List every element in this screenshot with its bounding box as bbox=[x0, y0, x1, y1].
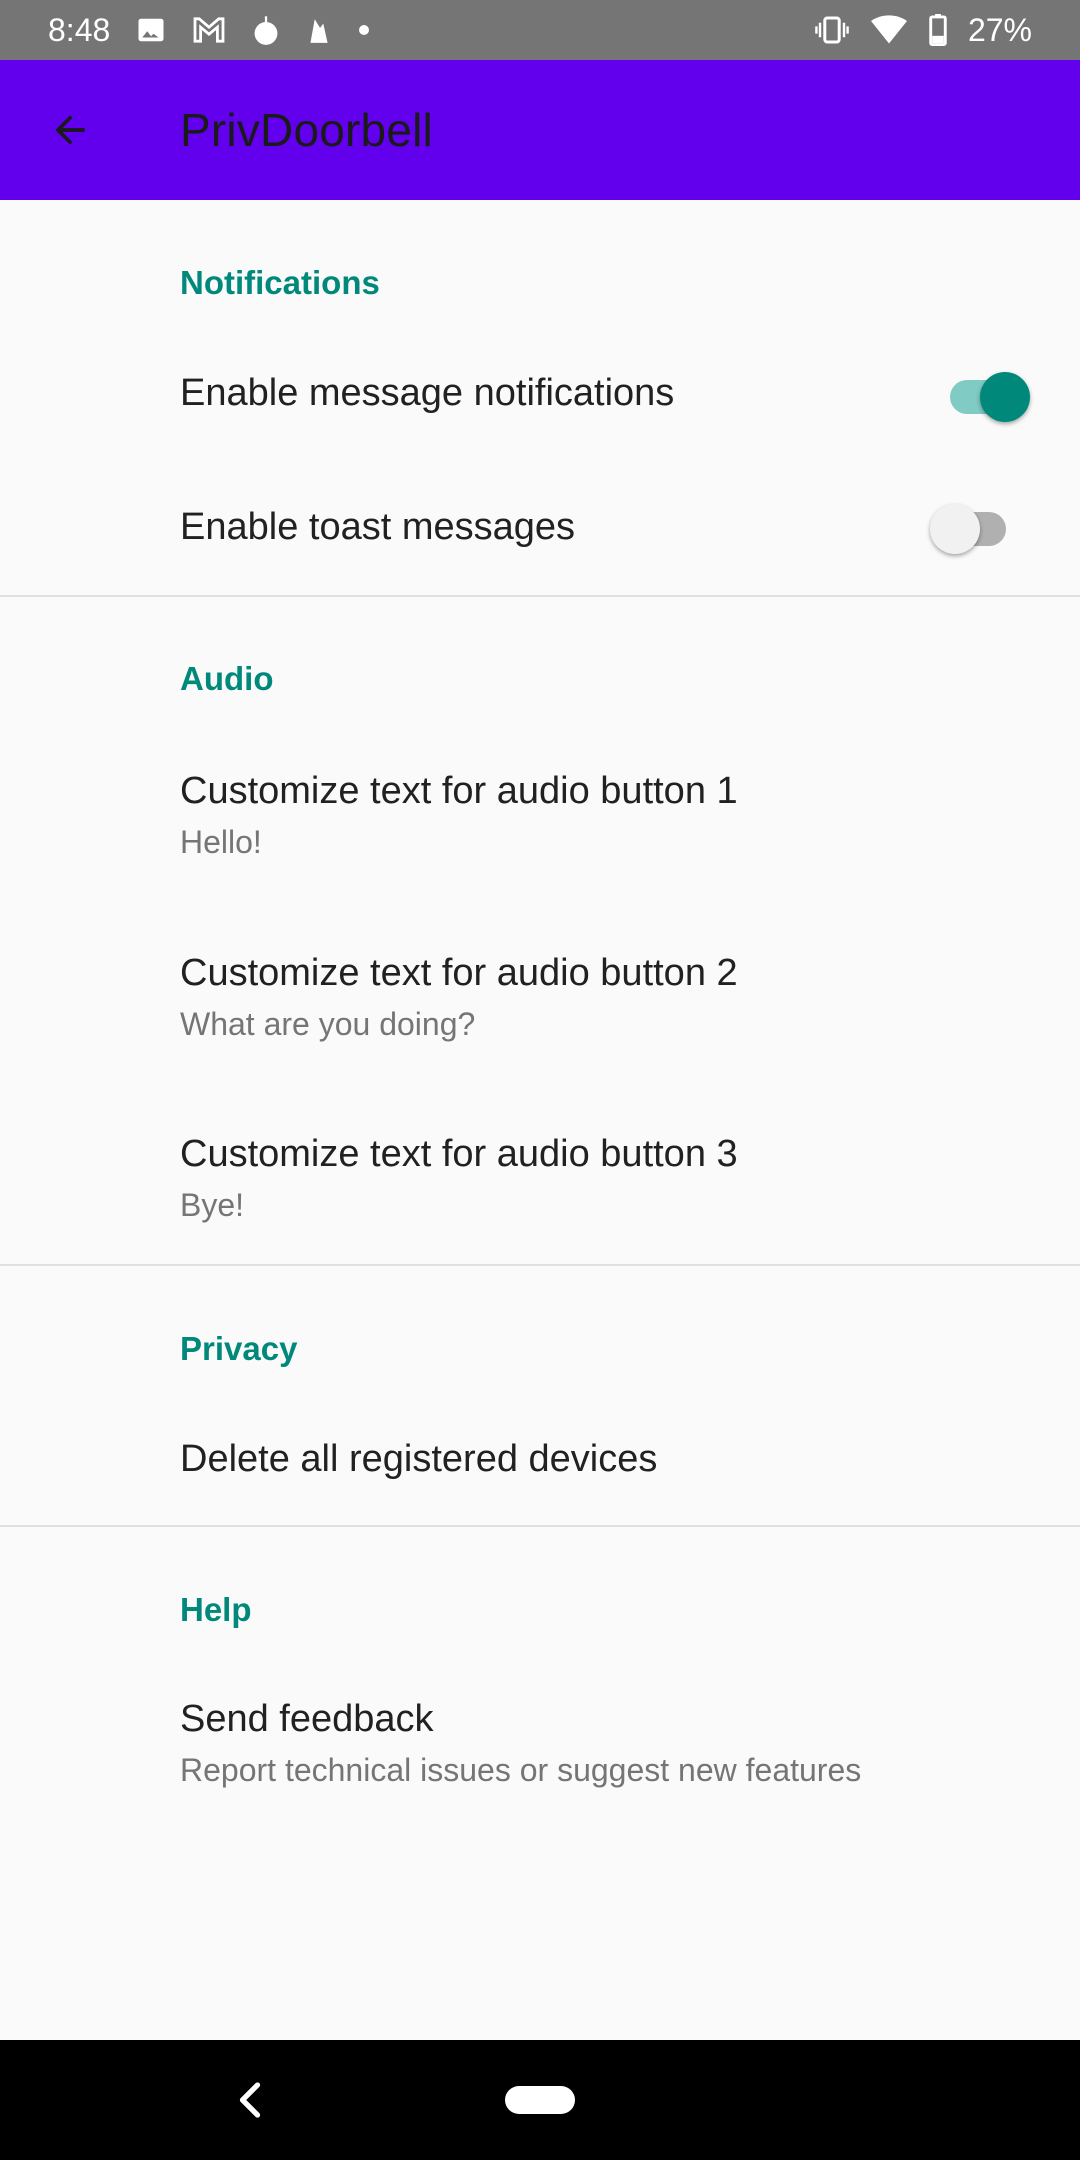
pref-send-feedback[interactable]: Send feedback Report technical issues or… bbox=[0, 1656, 1080, 1836]
status-bar: 8:48 27% bbox=[0, 0, 1080, 60]
divider bbox=[0, 1525, 1080, 1527]
navigation-bar bbox=[0, 2040, 1080, 2160]
settings-list: Notifications Enable message notificatio… bbox=[0, 200, 1080, 2040]
pref-summary: Hello! bbox=[180, 824, 262, 860]
image-icon bbox=[136, 15, 166, 45]
pref-title: Customize text for audio button 3 bbox=[180, 1133, 738, 1175]
arrow-back-icon bbox=[55, 115, 85, 145]
chevron-left-icon bbox=[239, 2082, 261, 2118]
vibrate-icon bbox=[814, 15, 850, 45]
gmail-icon bbox=[192, 16, 226, 44]
battery-percent: 27% bbox=[967, 11, 1032, 48]
pref-title: Customize text for audio button 1 bbox=[180, 770, 738, 812]
pref-summary: Bye! bbox=[180, 1187, 245, 1223]
switch-thumb bbox=[930, 504, 980, 554]
divider bbox=[0, 1264, 1080, 1266]
pref-title: Enable toast messages bbox=[180, 506, 576, 548]
dot-icon bbox=[358, 24, 370, 36]
pref-summary: Report technical issues or suggest new f… bbox=[180, 1752, 862, 1788]
nav-back-button[interactable] bbox=[220, 2070, 280, 2130]
pref-audio-button-2[interactable]: Customize text for audio button 2 What a… bbox=[0, 910, 1080, 1090]
battery-icon bbox=[928, 14, 948, 46]
category-help: Help bbox=[180, 1591, 252, 1628]
fire-icon bbox=[306, 15, 332, 45]
pref-title: Send feedback bbox=[180, 1698, 434, 1740]
pref-summary: What are you doing? bbox=[180, 1006, 476, 1042]
category-audio: Audio bbox=[180, 660, 274, 697]
pref-audio-button-1[interactable]: Customize text for audio button 1 Hello! bbox=[0, 730, 1080, 910]
divider bbox=[0, 595, 1080, 597]
nav-home-button[interactable] bbox=[505, 2086, 575, 2114]
pref-delete-registered-devices[interactable]: Delete all registered devices bbox=[0, 1396, 1080, 1524]
pref-enable-message-notifications[interactable]: Enable message notifications bbox=[0, 330, 1080, 464]
pref-audio-button-3[interactable]: Customize text for audio button 3 Bye! bbox=[0, 1090, 1080, 1260]
app-icon bbox=[252, 14, 280, 46]
app-bar: PrivDoorbell bbox=[0, 60, 1080, 200]
pref-title: Enable message notifications bbox=[180, 372, 675, 414]
pref-title: Delete all registered devices bbox=[180, 1438, 658, 1480]
category-privacy: Privacy bbox=[180, 1330, 298, 1367]
switch-thumb bbox=[980, 372, 1030, 422]
category-notifications: Notifications bbox=[180, 264, 380, 301]
status-time: 8:48 bbox=[48, 11, 111, 48]
toast-messages-switch[interactable] bbox=[930, 500, 1014, 556]
pref-title: Customize text for audio button 2 bbox=[180, 952, 738, 994]
message-notifications-switch[interactable] bbox=[946, 368, 1030, 424]
page-title: PrivDoorbell bbox=[180, 104, 433, 156]
pref-enable-toast-messages[interactable]: Enable toast messages bbox=[0, 464, 1080, 598]
wifi-icon bbox=[870, 15, 908, 45]
back-button[interactable] bbox=[0, 60, 140, 200]
